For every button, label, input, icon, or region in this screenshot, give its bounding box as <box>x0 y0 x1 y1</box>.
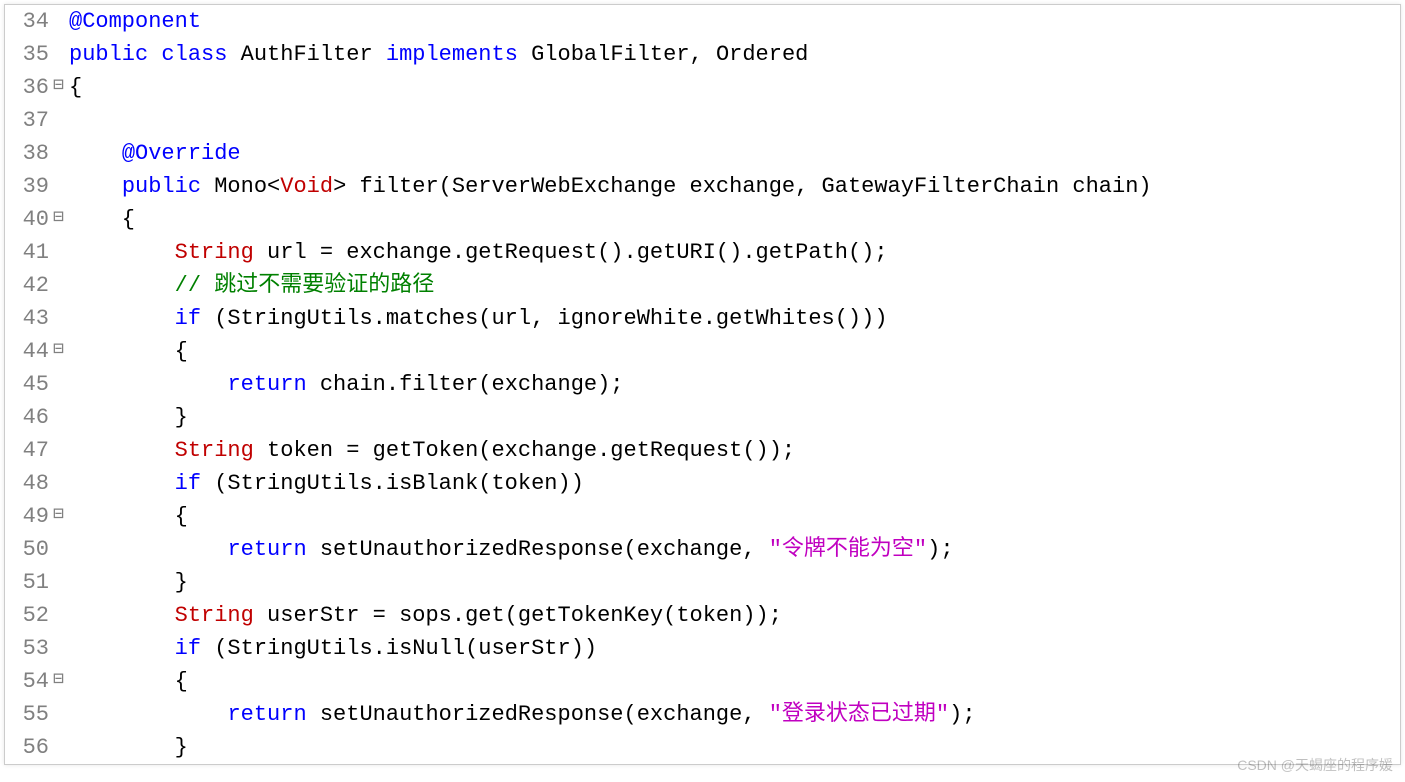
line-number: 43 <box>5 302 53 335</box>
line-number: 41 <box>5 236 53 269</box>
code-content: } <box>67 731 188 764</box>
code-content: } <box>67 566 188 599</box>
line-number: 49 <box>5 500 53 533</box>
fold-marker <box>53 236 67 269</box>
line-number: 34 <box>5 5 53 38</box>
code-line: 41 String url = exchange.getRequest().ge… <box>5 236 1400 269</box>
code-content: if (StringUtils.isNull(userStr)) <box>67 632 597 665</box>
code-content: { <box>67 71 82 104</box>
line-number: 56 <box>5 731 53 764</box>
line-number: 38 <box>5 137 53 170</box>
code-content: String token = getToken(exchange.getRequ… <box>67 434 795 467</box>
code-line: 49⊟ { <box>5 500 1400 533</box>
code-content: @Component <box>67 5 201 38</box>
fold-marker <box>53 137 67 170</box>
fold-marker[interactable]: ⊟ <box>53 500 67 533</box>
code-line: 46 } <box>5 401 1400 434</box>
code-line: 40⊟ { <box>5 203 1400 236</box>
fold-marker[interactable]: ⊟ <box>53 335 67 368</box>
code-line: 50 return setUnauthorizedResponse(exchan… <box>5 533 1400 566</box>
code-content: { <box>67 335 188 368</box>
line-number: 40 <box>5 203 53 236</box>
code-line: 39 public Mono<Void> filter(ServerWebExc… <box>5 170 1400 203</box>
code-line: 35 public class AuthFilter implements Glo… <box>5 38 1400 71</box>
line-number: 54 <box>5 665 53 698</box>
code-line: 37 <box>5 104 1400 137</box>
line-number: 52 <box>5 599 53 632</box>
code-content: String userStr = sops.get(getTokenKey(to… <box>67 599 782 632</box>
fold-marker <box>53 533 67 566</box>
fold-marker <box>53 698 67 731</box>
code-line: 43 if (StringUtils.matches(url, ignoreWh… <box>5 302 1400 335</box>
code-line: 42 // 跳过不需要验证的路径 <box>5 269 1400 302</box>
fold-marker <box>53 566 67 599</box>
line-number: 44 <box>5 335 53 368</box>
line-number: 36 <box>5 71 53 104</box>
fold-marker <box>53 302 67 335</box>
code-line: 48 if (StringUtils.isBlank(token)) <box>5 467 1400 500</box>
code-line: 52 String userStr = sops.get(getTokenKey… <box>5 599 1400 632</box>
code-content: return setUnauthorizedResponse(exchange,… <box>67 698 976 731</box>
code-content: } <box>67 401 188 434</box>
code-content: if (StringUtils.isBlank(token)) <box>67 467 584 500</box>
code-content: public Mono<Void> filter(ServerWebExchan… <box>67 170 1152 203</box>
code-content: @Override <box>67 137 241 170</box>
code-line: 55 return setUnauthorizedResponse(exchan… <box>5 698 1400 731</box>
watermark: CSDN @天蝎座的程序媛 <box>1237 755 1393 776</box>
code-line: 51 } <box>5 566 1400 599</box>
line-number: 53 <box>5 632 53 665</box>
code-content: if (StringUtils.matches(url, ignoreWhite… <box>67 302 888 335</box>
line-number: 55 <box>5 698 53 731</box>
code-line: 38 @Override <box>5 137 1400 170</box>
fold-marker <box>53 269 67 302</box>
fold-marker <box>53 104 67 137</box>
line-number: 45 <box>5 368 53 401</box>
code-content: { <box>67 203 135 236</box>
line-number: 42 <box>5 269 53 302</box>
line-number: 35 <box>5 38 53 71</box>
fold-marker <box>53 731 67 764</box>
fold-marker <box>53 368 67 401</box>
fold-marker <box>53 467 67 500</box>
code-content: public class AuthFilter implements Globa… <box>67 38 808 71</box>
fold-marker <box>53 38 67 71</box>
code-content: // 跳过不需要验证的路径 <box>67 269 434 302</box>
fold-marker <box>53 5 67 38</box>
code-content: { <box>67 500 188 533</box>
fold-marker <box>53 170 67 203</box>
code-content: return setUnauthorizedResponse(exchange,… <box>67 533 954 566</box>
code-editor: 34 @Component 35 public class AuthFilter im… <box>4 4 1401 765</box>
fold-marker <box>53 401 67 434</box>
code-content: { <box>67 665 188 698</box>
line-number: 48 <box>5 467 53 500</box>
fold-marker <box>53 632 67 665</box>
fold-marker <box>53 599 67 632</box>
code-line: 44⊟ { <box>5 335 1400 368</box>
fold-marker[interactable]: ⊟ <box>53 71 67 104</box>
line-number: 51 <box>5 566 53 599</box>
code-line: 54⊟ { <box>5 665 1400 698</box>
code-content: return chain.filter(exchange); <box>67 368 624 401</box>
line-number: 37 <box>5 104 53 137</box>
code-content <box>67 104 69 137</box>
line-number: 39 <box>5 170 53 203</box>
code-line: 47 String token = getToken(exchange.getR… <box>5 434 1400 467</box>
fold-marker <box>53 434 67 467</box>
code-line: 34 @Component <box>5 5 1400 38</box>
line-number: 47 <box>5 434 53 467</box>
line-number: 46 <box>5 401 53 434</box>
code-line: 45 return chain.filter(exchange); <box>5 368 1400 401</box>
code-line: 56 } <box>5 731 1400 764</box>
fold-marker[interactable]: ⊟ <box>53 665 67 698</box>
code-content: String url = exchange.getRequest().getUR… <box>67 236 888 269</box>
line-number: 50 <box>5 533 53 566</box>
code-line: 36⊟{ <box>5 71 1400 104</box>
fold-marker[interactable]: ⊟ <box>53 203 67 236</box>
code-line: 53 if (StringUtils.isNull(userStr)) <box>5 632 1400 665</box>
